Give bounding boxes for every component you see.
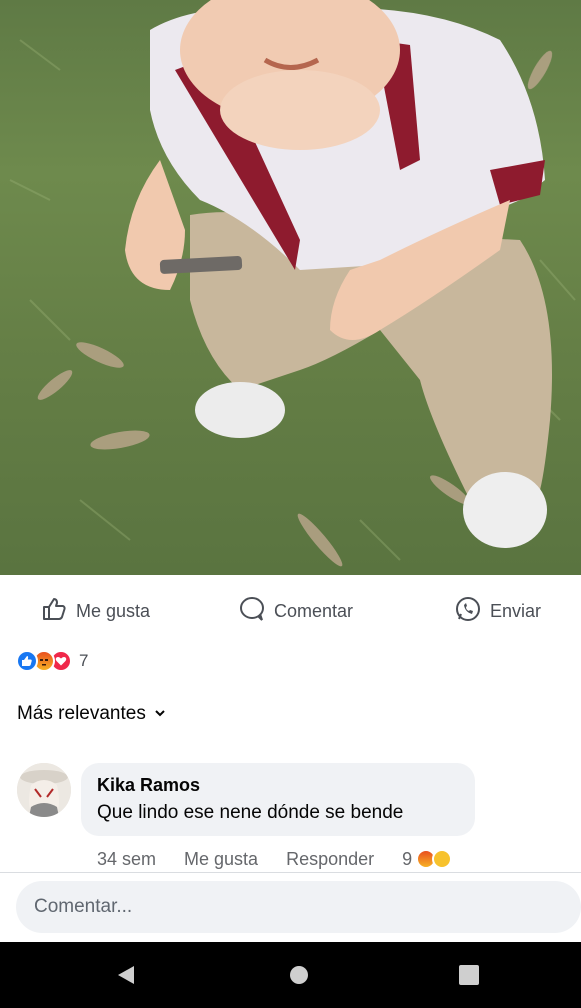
- like-reaction-icon: [16, 650, 38, 672]
- comment-bubble-icon: [238, 595, 266, 628]
- whatsapp-icon: [454, 595, 482, 628]
- like-button-label: Me gusta: [76, 600, 151, 621]
- back-triangle-icon: [118, 966, 134, 984]
- comment-button[interactable]: Comentar: [238, 590, 353, 632]
- post-photo[interactable]: [0, 0, 581, 575]
- comment-sort-label: Más relevantes: [17, 703, 146, 724]
- comment-input[interactable]: [16, 881, 581, 933]
- back-button[interactable]: [111, 960, 141, 990]
- comment-author[interactable]: Kika Ramos: [97, 775, 459, 796]
- system-navigation-bar: [0, 942, 581, 1008]
- commenter-avatar-image: [17, 763, 71, 817]
- comment-bubble[interactable]: Kika Ramos Que lindo ese nene dónde se b…: [81, 763, 475, 836]
- recent-apps-button[interactable]: [454, 960, 484, 990]
- chevron-down-icon: [154, 703, 166, 725]
- post-action-bar: Me gusta Comentar Enviar: [0, 590, 581, 632]
- comment-reaction-count[interactable]: 9: [402, 849, 412, 870]
- avatar[interactable]: [17, 763, 71, 817]
- comment-text: Que lindo ese nene dónde se bende: [97, 802, 404, 823]
- send-button[interactable]: Enviar: [454, 590, 541, 632]
- like-button[interactable]: Me gusta: [40, 590, 150, 632]
- home-button[interactable]: [284, 960, 314, 990]
- toddler-photo-illustration: [9, 0, 576, 567]
- divider: [0, 872, 581, 873]
- comment-sort-dropdown[interactable]: Más relevantes: [17, 703, 166, 725]
- comment-meta: 34 sem Me gusta Responder 9: [97, 846, 517, 872]
- haha-reaction-icon: [432, 849, 453, 869]
- reaction-count: 7: [79, 651, 89, 670]
- send-button-label: Enviar: [490, 600, 542, 621]
- home-circle-icon: [290, 966, 308, 984]
- comment-like-button[interactable]: Me gusta: [184, 849, 258, 870]
- comment-reply-button[interactable]: Responder: [286, 849, 374, 870]
- thumbs-up-icon: [40, 595, 68, 628]
- recent-apps-square-icon: [459, 965, 479, 985]
- reactions-summary[interactable]: 7: [16, 648, 88, 674]
- comment-button-label: Comentar: [274, 600, 354, 621]
- comment-timestamp[interactable]: 34 sem: [97, 849, 156, 870]
